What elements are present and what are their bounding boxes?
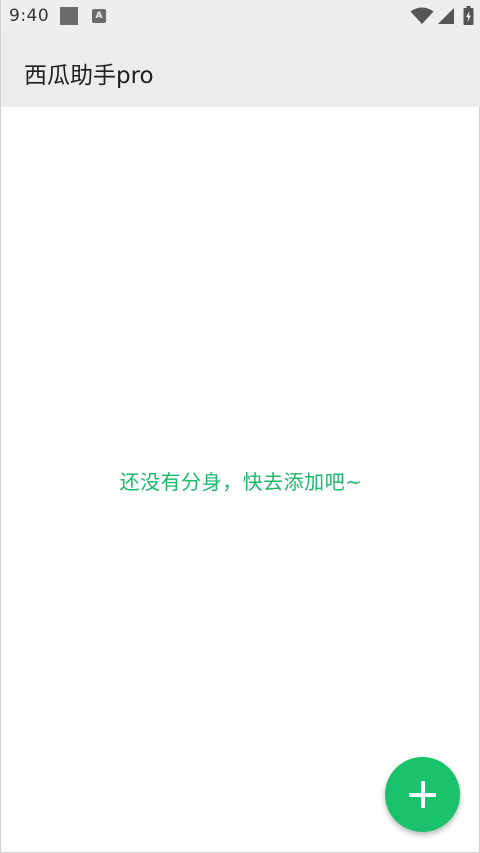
wifi-icon (410, 7, 434, 24)
battery-icon (463, 6, 474, 25)
signal-icon (438, 8, 454, 24)
status-time: 9:40 (9, 6, 50, 26)
app-title: 西瓜助手pro (24, 63, 154, 89)
app-bar: 西瓜助手pro (1, 34, 480, 107)
empty-state-message: 还没有分身，快去添加吧~ (119, 470, 363, 494)
status-bar: 9:40 A (1, 0, 480, 34)
app-screen: 9:40 A 西瓜助手pro 还没有分身，快去添加吧~ (0, 0, 480, 853)
a-badge-letter: A (95, 11, 103, 21)
a-badge-icon: A (92, 9, 106, 23)
add-clone-button[interactable] (385, 757, 460, 832)
stop-square-icon (60, 7, 78, 25)
